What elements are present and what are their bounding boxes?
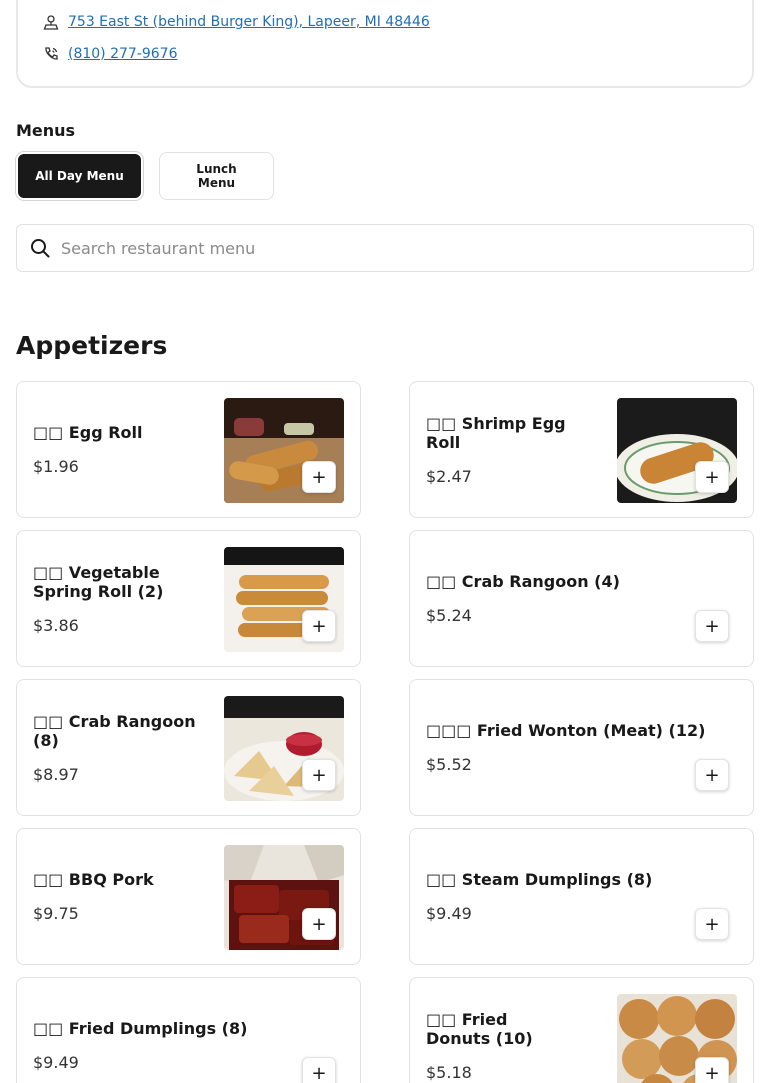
search-icon [29,237,51,259]
add-item-button[interactable]: + [302,610,336,642]
plus-icon: + [704,913,720,935]
address-row: 753 East St (behind Burger King), Lapeer… [42,13,430,31]
section-title-appetizers: Appetizers [16,331,168,360]
search-input[interactable] [61,238,701,258]
item-price: $5.52 [426,755,472,774]
plus-icon: + [704,1062,720,1083]
menus-heading: Menus [16,121,76,140]
plus-icon: + [311,913,327,935]
address-link[interactable]: 753 East St (behind Burger King), Lapeer… [68,14,430,30]
menu-item-card[interactable]: □□ Steam Dumplings (8) $9.49 + [409,828,754,965]
item-name: □□ Fried Donuts (10) [426,1009,533,1048]
item-price: $9.75 [33,904,79,923]
item-price: $9.49 [426,904,472,923]
plus-icon: + [704,615,720,637]
item-price: $1.96 [33,457,79,476]
menu-search[interactable] [16,224,754,272]
plus-icon: + [311,1062,327,1083]
add-item-button[interactable]: + [302,1057,336,1083]
item-name: □□ Crab Rangoon (8) [33,711,196,750]
item-price: $2.47 [426,466,472,486]
restaurant-info-card: 753 East St (behind Burger King), Lapeer… [16,0,754,88]
item-name: □□ Crab Rangoon (4) [426,572,620,591]
item-name: □□ Steam Dumplings (8) [426,870,653,889]
add-item-button[interactable]: + [695,759,729,791]
menu-item-card[interactable]: □□ Fried Dumplings (8) $9.49 + [16,977,361,1083]
menu-item-card[interactable]: □□ Vegetable Spring Roll (2) $3.86 + [16,530,361,667]
item-price: $5.18 [426,1062,472,1082]
add-item-button[interactable]: + [695,610,729,642]
menu-item-card[interactable]: □□□ Fried Wonton (Meat) (12) $5.52 + [409,679,754,816]
item-price: $8.97 [33,764,79,784]
item-name: □□ BBQ Pork [33,870,154,889]
item-name: □□ Egg Roll [33,423,143,442]
add-item-button[interactable]: + [302,908,336,940]
tab-all-day-menu[interactable]: All Day Menu [16,152,143,200]
menu-item-card[interactable]: □□ BBQ Pork $9.75 + [16,828,361,965]
add-item-button[interactable]: + [695,1057,729,1083]
menu-item-card[interactable]: □□ Crab Rangoon (8) $8.97 + [16,679,361,816]
menu-item-card[interactable]: □□ Fried Donuts (10) $5.18 + [409,977,754,1083]
plus-icon: + [311,764,327,786]
plus-icon: + [704,466,720,488]
plus-icon: + [311,615,327,637]
menu-item-card[interactable]: □□ Crab Rangoon (4) $5.24 + [409,530,754,667]
plus-icon: + [311,466,327,488]
item-price: $9.49 [33,1053,79,1072]
item-name: □□ Fried Dumplings (8) [33,1019,248,1038]
item-price: $5.24 [426,606,472,625]
menu-item-card[interactable]: □□ Egg Roll $1.96 + [16,381,361,518]
map-pin-icon [42,13,60,31]
menu-item-card[interactable]: □□ Shrimp Egg Roll $2.47 + [409,381,754,518]
add-item-button[interactable]: + [695,461,729,493]
item-name: □□ Vegetable Spring Roll (2) [33,562,164,601]
item-name: □□ Shrimp Egg Roll [426,413,566,452]
phone-link[interactable]: (810) 277-9676 [68,46,178,62]
item-price: $3.86 [33,615,79,635]
plus-icon: + [704,764,720,786]
tab-lunch-menu[interactable]: Lunch Menu [159,152,274,200]
add-item-button[interactable]: + [302,759,336,791]
phone-row: (810) 277-9676 [42,45,178,63]
menu-tabs: All Day Menu Lunch Menu [16,152,274,200]
phone-icon [42,45,60,63]
add-item-button[interactable]: + [302,461,336,493]
add-item-button[interactable]: + [695,908,729,940]
item-name: □□□ Fried Wonton (Meat) (12) [426,721,706,740]
